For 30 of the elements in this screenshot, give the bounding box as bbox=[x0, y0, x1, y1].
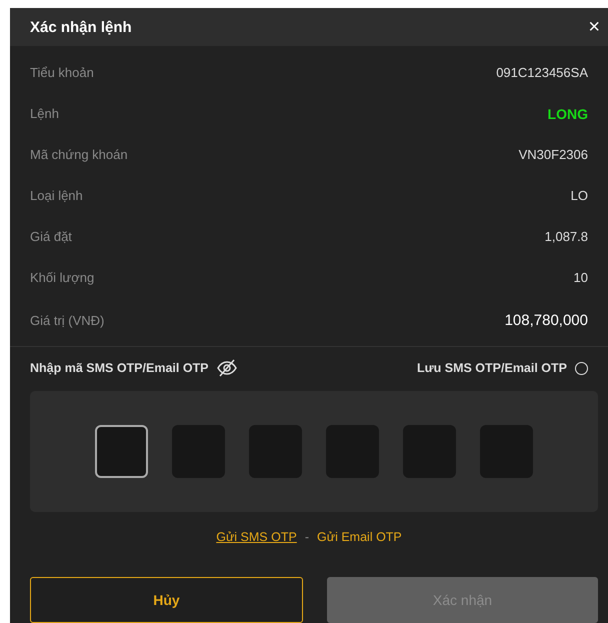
field-value: 108,780,000 bbox=[504, 312, 588, 328]
cancel-button[interactable]: Hủy bbox=[30, 577, 303, 623]
save-otp-label: Lưu SMS OTP/Email OTP bbox=[416, 361, 567, 375]
otp-label: Nhập mã SMS OTP/Email OTP bbox=[30, 361, 209, 375]
field-value: VN30F2306 bbox=[518, 147, 588, 162]
otp-digit-field[interactable] bbox=[326, 425, 379, 478]
send-otp-link[interactable]: Gửi SMS OTP bbox=[216, 530, 297, 544]
send-otp-link[interactable]: Gửi Email OTP bbox=[317, 530, 402, 544]
otp-digit-field[interactable] bbox=[480, 425, 533, 478]
field-value: 1,087.8 bbox=[544, 229, 588, 244]
otp-digit-field[interactable] bbox=[249, 425, 302, 478]
field-label: Lệnh bbox=[30, 106, 59, 121]
otp-digit-field[interactable] bbox=[95, 425, 148, 478]
eye-slash-icon[interactable] bbox=[216, 359, 237, 377]
field-value: 091C123456SA bbox=[496, 65, 588, 80]
field-value: LO bbox=[570, 188, 588, 203]
otp-digit-field[interactable] bbox=[403, 425, 456, 478]
field-label: Giá trị (VNĐ) bbox=[30, 312, 104, 328]
field-value: LONG bbox=[548, 106, 588, 122]
save-otp-radio[interactable] bbox=[575, 362, 588, 374]
close-button[interactable]: × bbox=[588, 17, 600, 37]
field-label: Giá đặt bbox=[30, 229, 72, 244]
separator: - bbox=[304, 530, 309, 544]
field-label: Tiểu khoản bbox=[30, 65, 94, 80]
field-label: Khối lượng bbox=[30, 270, 94, 285]
field-label: Loại lệnh bbox=[30, 188, 83, 203]
field-value: 10 bbox=[574, 270, 588, 285]
field-label: Mã chứng khoán bbox=[30, 147, 128, 162]
dialog-title: Xác nhận lệnh bbox=[30, 18, 132, 36]
otp-digit-field[interactable] bbox=[172, 425, 225, 478]
